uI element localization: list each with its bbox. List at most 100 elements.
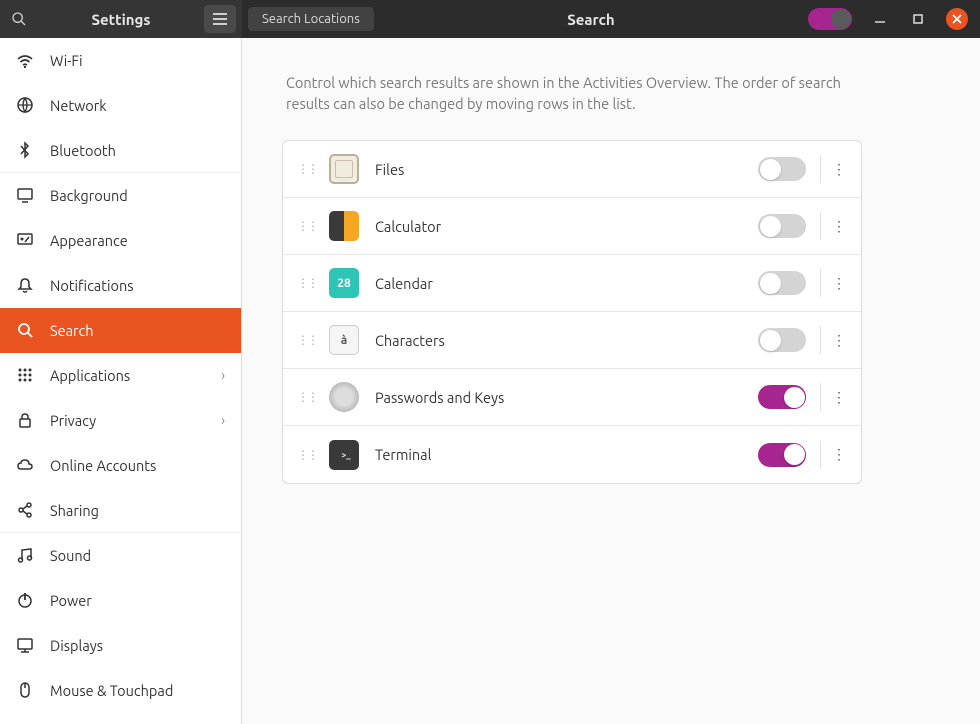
chars-app-icon: à: [329, 325, 359, 355]
drag-handle-icon[interactable]: ⋮⋮: [297, 276, 317, 290]
search-provider-row: ⋮⋮ Passwords and Keys ⋮: [283, 369, 861, 426]
keys-app-icon: [329, 382, 359, 412]
drag-handle-icon[interactable]: ⋮⋮: [297, 162, 317, 176]
sidebar-item-sharing[interactable]: Sharing: [0, 488, 241, 533]
divider: [820, 441, 821, 469]
divider: [820, 155, 821, 183]
sidebar-item-label: Online Accounts: [50, 457, 225, 474]
bell-icon: [16, 276, 34, 294]
provider-toggle[interactable]: [758, 214, 806, 238]
divider: [820, 269, 821, 297]
minimize-icon: [875, 14, 885, 24]
more-options-button[interactable]: ⋮: [831, 161, 847, 178]
sidebar-item-online-accounts[interactable]: Online Accounts: [0, 443, 241, 488]
window-close-button[interactable]: [946, 8, 968, 30]
close-icon: [952, 14, 962, 24]
sidebar-item-network[interactable]: Network: [0, 83, 241, 128]
maximize-icon: [913, 14, 923, 24]
sidebar-item-label: Power: [50, 592, 225, 609]
titlebar-right: Search Locations Search: [242, 0, 980, 38]
window-maximize-button[interactable]: [908, 9, 928, 29]
search-locations-button[interactable]: Search Locations: [248, 7, 374, 31]
more-options-button[interactable]: ⋮: [831, 275, 847, 292]
search-icon: [16, 321, 34, 339]
sidebar-item-power[interactable]: Power: [0, 578, 241, 623]
sidebar-item-label: Search: [50, 322, 225, 339]
drag-handle-icon[interactable]: ⋮⋮: [297, 390, 317, 404]
search-provider-row: ⋮⋮28Calendar⋮: [283, 255, 861, 312]
provider-toggle[interactable]: [758, 328, 806, 352]
titlebar: Settings Search Locations Search: [0, 0, 980, 38]
provider-toggle[interactable]: [758, 443, 806, 467]
divider: [820, 326, 821, 354]
sidebar-item-label: Bluetooth: [50, 142, 225, 159]
sidebar-item-search[interactable]: Search: [0, 308, 241, 353]
sidebar-item-label: Appearance: [50, 232, 225, 249]
titlebar-left: Settings: [0, 0, 242, 38]
chevron-right-icon: ›: [221, 412, 225, 428]
app-name-label: Files: [375, 161, 758, 178]
sidebar-item-applications[interactable]: Applications›: [0, 353, 241, 398]
sidebar-item-sound[interactable]: Sound: [0, 533, 241, 578]
sidebar-item-label: Applications: [50, 367, 205, 384]
sidebar-item-label: Mouse & Touchpad: [50, 682, 225, 699]
sidebar-item-privacy[interactable]: Privacy ›: [0, 398, 241, 443]
sidebar-item-bluetooth[interactable]: Bluetooth: [0, 128, 241, 173]
hamburger-menu-button[interactable]: [204, 5, 236, 33]
share-icon: [16, 501, 34, 519]
more-options-button[interactable]: ⋮: [831, 332, 847, 349]
app-title: Settings: [38, 11, 204, 28]
window-controls: [808, 8, 980, 30]
sidebar-item-displays[interactable]: Displays: [0, 623, 241, 668]
displays-icon: [16, 636, 34, 654]
monitor-icon: [16, 186, 34, 204]
sidebar-item-label: Privacy: [50, 412, 205, 429]
sidebar-item-notifications[interactable]: Notifications: [0, 263, 241, 308]
calc-app-icon: [329, 211, 359, 241]
search-provider-row: ⋮⋮ Files ⋮: [283, 141, 861, 198]
app-name-label: Passwords and Keys: [375, 389, 758, 406]
drag-handle-icon[interactable]: ⋮⋮: [297, 219, 317, 233]
divider: [820, 383, 821, 411]
drag-handle-icon[interactable]: ⋮⋮: [297, 448, 317, 462]
power-icon: [16, 591, 34, 609]
titlebar-search-button[interactable]: [0, 0, 38, 38]
window-minimize-button[interactable]: [870, 9, 890, 29]
cloud-icon: [16, 456, 34, 474]
sidebar-item-mouse-touchpad[interactable]: Mouse & Touchpad: [0, 668, 241, 713]
more-options-button[interactable]: ⋮: [831, 446, 847, 463]
sidebar-item-appearance[interactable]: Appearance: [0, 218, 241, 263]
sidebar-item-label: Sound: [50, 547, 225, 564]
appearance-icon: [16, 231, 34, 249]
sidebar-item-label: Notifications: [50, 277, 225, 294]
sidebar-item-label: Sharing: [50, 502, 225, 519]
provider-toggle[interactable]: [758, 157, 806, 181]
app-name-label: Calculator: [375, 218, 758, 235]
sidebar-item-wi-fi[interactable]: Wi-Fi: [0, 38, 241, 83]
app-name-label: Terminal: [375, 446, 758, 463]
search-icon: [11, 11, 27, 27]
search-provider-row: ⋮⋮>_Terminal⋮: [283, 426, 861, 483]
music-icon: [16, 546, 34, 564]
content-panel: Control which search results are shown i…: [242, 38, 980, 724]
provider-toggle[interactable]: [758, 271, 806, 295]
sidebar-item-background[interactable]: Background: [0, 173, 241, 218]
more-options-button[interactable]: ⋮: [831, 389, 847, 406]
drag-handle-icon[interactable]: ⋮⋮: [297, 333, 317, 347]
sidebar-item-label: Wi-Fi: [50, 52, 225, 69]
sidebar-item-label: Background: [50, 187, 225, 204]
mouse-icon: [16, 681, 34, 699]
app-name-label: Calendar: [375, 275, 758, 292]
lock-icon: [16, 411, 34, 429]
search-providers-list: ⋮⋮Files⋮⋮⋮Calculator⋮⋮⋮28Calendar⋮⋮⋮àCha…: [282, 140, 862, 484]
divider: [820, 212, 821, 240]
provider-toggle[interactable]: [758, 385, 806, 409]
more-options-button[interactable]: ⋮: [831, 218, 847, 235]
panel-description: Control which search results are shown i…: [286, 72, 866, 114]
sidebar-item-label: Network: [50, 97, 225, 114]
search-master-toggle[interactable]: [808, 8, 852, 30]
files-app-icon: [329, 154, 359, 184]
sidebar-item-label: Displays: [50, 637, 225, 654]
hamburger-icon: [213, 13, 227, 25]
apps-icon: [16, 366, 34, 384]
